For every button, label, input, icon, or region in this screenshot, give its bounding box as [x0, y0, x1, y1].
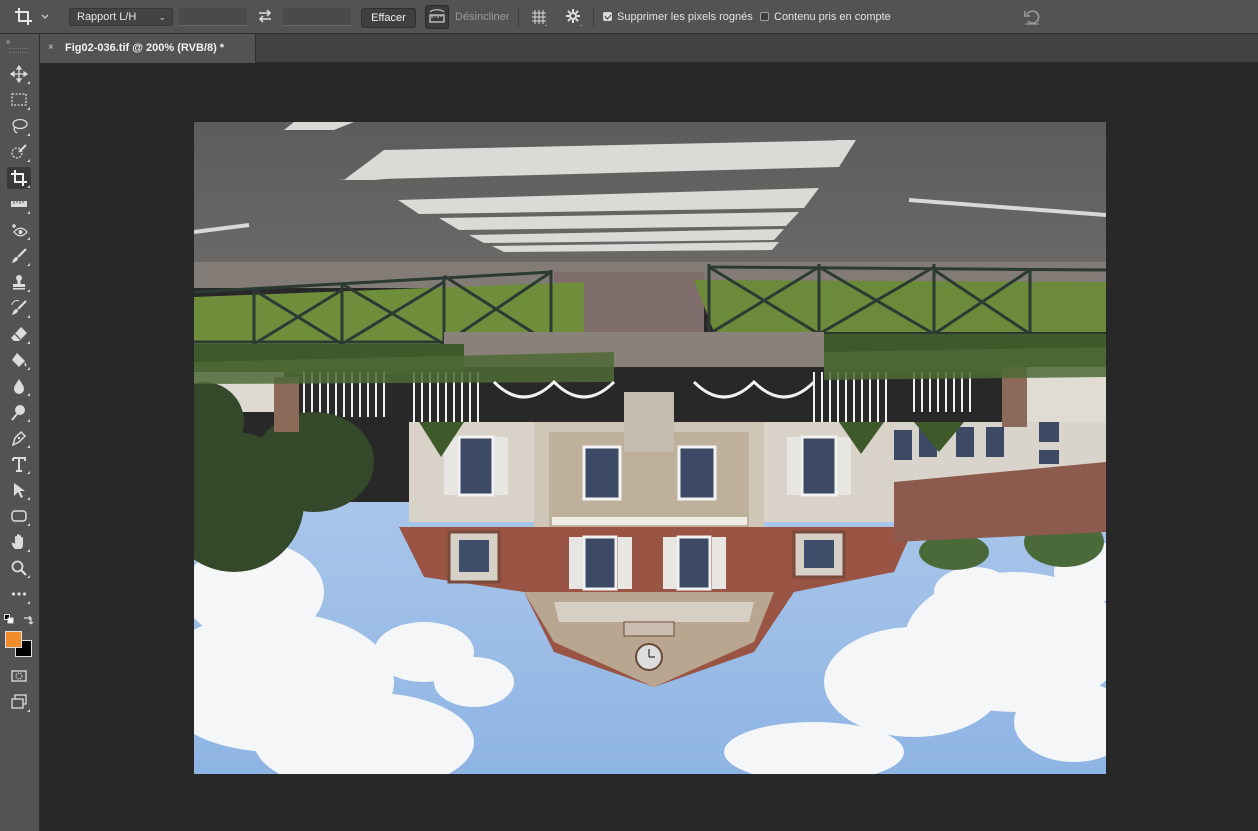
- move-tool[interactable]: [7, 63, 31, 85]
- options-bar: Rapport L/H ⌄ Effacer Désincliner Suppri…: [0, 0, 1258, 34]
- dodge-icon: [11, 405, 25, 421]
- divider: [593, 6, 594, 28]
- close-icon[interactable]: ×: [48, 42, 54, 53]
- clone-stamp-tool[interactable]: [7, 271, 31, 293]
- document-image[interactable]: [194, 122, 1106, 774]
- straighten-icon[interactable]: [425, 5, 449, 29]
- brush-tool[interactable]: [7, 245, 31, 267]
- pen-tool[interactable]: [7, 427, 31, 449]
- eraser-icon: [11, 327, 27, 341]
- ruler-icon: [11, 201, 27, 207]
- rounded-rectangle-icon: [11, 510, 27, 522]
- crop-icon: [11, 170, 27, 186]
- ratio-select-value: Rapport L/H: [77, 11, 137, 23]
- paint-bucket-tool[interactable]: [7, 349, 31, 371]
- healing-eye-icon: [12, 224, 28, 237]
- content-aware-checkbox[interactable]: [760, 12, 769, 21]
- content-aware-label[interactable]: Contenu pris en compte: [774, 11, 891, 23]
- canvas-area[interactable]: [40, 63, 1258, 831]
- screen-mode-icon: [11, 694, 27, 709]
- toolbox: ››: [0, 34, 40, 831]
- dodge-tool[interactable]: [7, 401, 31, 423]
- crop-icon: [15, 8, 32, 25]
- lasso-tool[interactable]: [7, 115, 31, 137]
- ellipsis-icon: [11, 592, 27, 596]
- width-input[interactable]: [179, 8, 247, 26]
- gear-icon[interactable]: [564, 7, 584, 27]
- document-tab[interactable]: × Fig02-036.tif @ 200% (RVB/8) *: [40, 34, 256, 63]
- zoom-icon: [11, 560, 27, 576]
- type-icon: [12, 457, 26, 472]
- more-tools[interactable]: [7, 583, 31, 605]
- swap-colors-icon[interactable]: [22, 614, 34, 626]
- red-eye-tool[interactable]: [7, 219, 31, 241]
- type-tool[interactable]: [7, 453, 31, 475]
- path-selection-tool[interactable]: [7, 479, 31, 501]
- height-input[interactable]: [283, 8, 351, 26]
- rectangle-tool[interactable]: [7, 505, 31, 527]
- reset-icon[interactable]: [1022, 7, 1042, 27]
- eraser-tool[interactable]: [7, 323, 31, 345]
- foreground-color-swatch[interactable]: [5, 631, 22, 648]
- zoom-tool[interactable]: [7, 557, 31, 579]
- history-brush-tool[interactable]: [7, 297, 31, 319]
- history-brush-icon: [11, 300, 27, 315]
- chevron-down-icon: ⌄: [158, 12, 166, 22]
- brush-icon: [12, 248, 27, 263]
- hand-icon: [11, 534, 23, 549]
- rectangular-marquee-tool[interactable]: [7, 89, 31, 111]
- screen-mode-button[interactable]: [7, 691, 31, 713]
- quick-mask-icon: [11, 670, 27, 682]
- quick-selection-tool[interactable]: [7, 141, 31, 163]
- clear-button[interactable]: Effacer: [361, 8, 416, 28]
- ruler-tool[interactable]: [7, 193, 31, 215]
- straighten-label: Désincliner: [455, 11, 510, 23]
- default-colors-icon[interactable]: [4, 614, 14, 624]
- ratio-select[interactable]: Rapport L/H ⌄: [69, 8, 173, 26]
- paint-bucket-icon: [12, 353, 27, 367]
- quick-selection-icon: [11, 144, 27, 159]
- delete-cropped-label[interactable]: Supprimer les pixels rognés: [617, 11, 753, 23]
- arrow-cursor-icon: [14, 483, 25, 498]
- swap-icon[interactable]: [257, 7, 273, 25]
- collapse-icon[interactable]: ››: [6, 37, 10, 46]
- tool-preset-picker[interactable]: [14, 6, 58, 28]
- blur-drop-icon: [14, 379, 24, 394]
- pen-icon: [11, 430, 27, 447]
- upside-down-building-photo: [194, 122, 1106, 774]
- toolbox-grip[interactable]: [9, 48, 29, 53]
- delete-cropped-checkbox[interactable]: [603, 12, 612, 21]
- quick-mask-button[interactable]: [7, 665, 31, 687]
- blur-tool[interactable]: [7, 375, 31, 397]
- hand-tool[interactable]: [7, 531, 31, 553]
- lasso-icon: [12, 118, 28, 134]
- overlay-grid-icon[interactable]: [529, 7, 549, 27]
- document-tab-bar: × Fig02-036.tif @ 200% (RVB/8) *: [40, 34, 1258, 63]
- divider: [518, 6, 519, 28]
- marquee-icon: [11, 93, 27, 106]
- stamp-icon: [13, 275, 25, 290]
- document-title: Fig02-036.tif @ 200% (RVB/8) *: [65, 42, 225, 54]
- crop-tool[interactable]: [7, 167, 31, 189]
- move-icon: [10, 65, 28, 83]
- chevron-down-icon: [41, 14, 49, 19]
